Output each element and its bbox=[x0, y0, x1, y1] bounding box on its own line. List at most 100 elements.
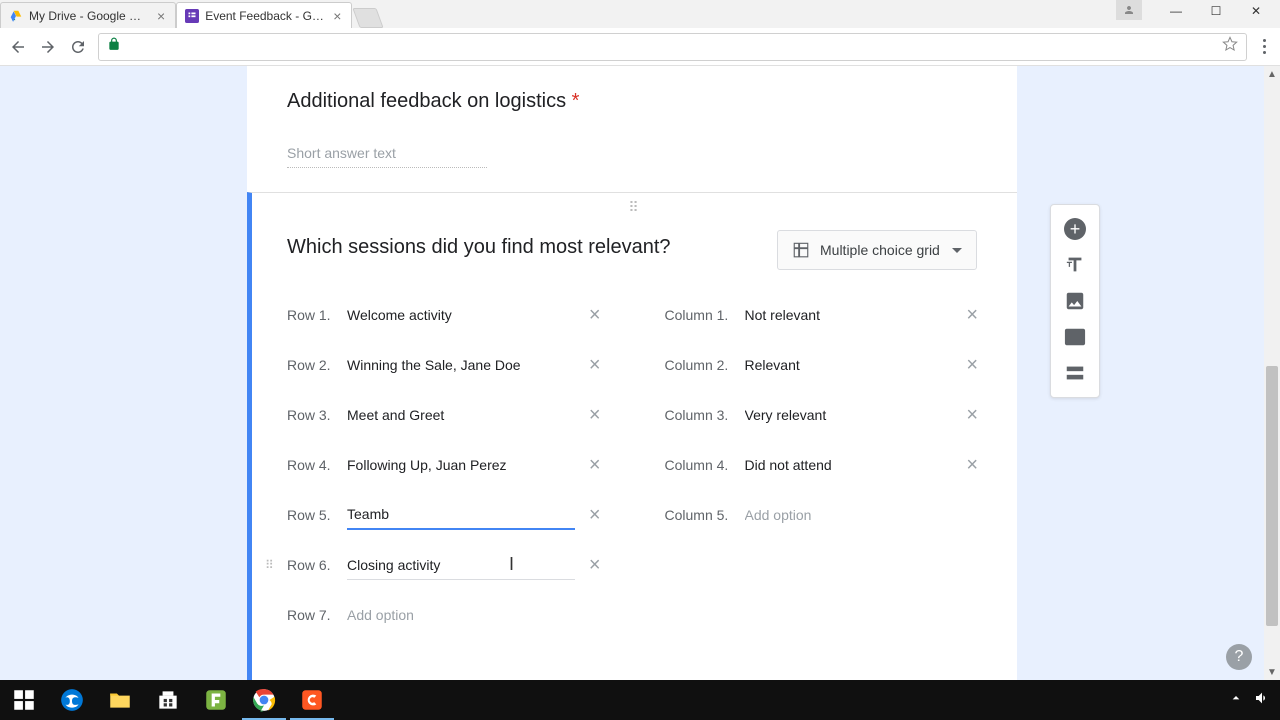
maximize-button[interactable]: ☐ bbox=[1196, 0, 1236, 22]
tray-volume-icon[interactable] bbox=[1254, 690, 1270, 711]
section-icon bbox=[1064, 362, 1086, 384]
question-title-input[interactable]: Which sessions did you find most relevan… bbox=[287, 236, 757, 264]
taskbar-store[interactable] bbox=[144, 680, 192, 720]
drag-handle-icon[interactable]: ⠿ bbox=[252, 193, 1017, 216]
taskbar-edge[interactable] bbox=[48, 680, 96, 720]
scroll-thumb[interactable] bbox=[1266, 366, 1278, 626]
taskbar-app-green[interactable] bbox=[192, 680, 240, 720]
grid-row: Row 1. × bbox=[287, 290, 605, 340]
drag-handle-icon[interactable]: ⠿ bbox=[265, 558, 274, 572]
row-input[interactable] bbox=[347, 551, 575, 580]
remove-column-icon[interactable]: × bbox=[962, 354, 982, 377]
question-title: Additional feedback on logistics * bbox=[287, 90, 977, 113]
chevron-down-icon bbox=[952, 248, 962, 253]
browser-chrome: My Drive - Google Drive × Event Feedback… bbox=[0, 0, 1280, 66]
remove-column-icon[interactable]: × bbox=[962, 404, 982, 427]
add-section-button[interactable] bbox=[1057, 355, 1093, 391]
back-button[interactable] bbox=[8, 37, 28, 57]
close-window-button[interactable]: ✕ bbox=[1236, 0, 1276, 22]
row-input[interactable] bbox=[347, 351, 575, 380]
question-block-short-answer: Additional feedback on logistics * Short… bbox=[247, 66, 1017, 192]
required-asterisk: * bbox=[572, 90, 580, 112]
text-cursor: I bbox=[507, 554, 516, 575]
forward-button[interactable] bbox=[38, 37, 58, 57]
system-tray bbox=[1228, 690, 1280, 711]
question-type-label: Multiple choice grid bbox=[820, 242, 940, 258]
grid-row: Row 2. × bbox=[287, 340, 605, 390]
close-icon[interactable]: × bbox=[155, 8, 167, 24]
tab-title: Event Feedback - Google bbox=[205, 9, 325, 23]
secure-icon bbox=[107, 37, 121, 56]
grid-row: Row 4. × bbox=[287, 440, 605, 490]
grid-column-add: Column 5. bbox=[665, 490, 983, 540]
grid-column: Column 3. × bbox=[665, 390, 983, 440]
browser-menu-button[interactable] bbox=[1257, 39, 1272, 54]
minimize-button[interactable]: — bbox=[1156, 0, 1196, 22]
remove-row-icon[interactable]: × bbox=[585, 304, 605, 327]
plus-icon: + bbox=[1064, 218, 1086, 240]
user-profile-button[interactable] bbox=[1116, 0, 1142, 20]
reload-button[interactable] bbox=[68, 37, 88, 57]
tray-expand-icon[interactable] bbox=[1228, 690, 1244, 711]
columns-column: Column 1. × Column 2. × Column 3. × bbox=[665, 290, 983, 640]
tab-drive[interactable]: My Drive - Google Drive × bbox=[0, 2, 176, 28]
remove-row-icon[interactable]: × bbox=[585, 554, 605, 577]
taskbar-camtasia[interactable] bbox=[288, 680, 336, 720]
add-row-input[interactable] bbox=[347, 601, 605, 630]
scroll-down-icon[interactable]: ▼ bbox=[1264, 664, 1280, 680]
grid-row-add: Row 7. bbox=[287, 590, 605, 640]
grid-row: ⠿ Row 6. I × bbox=[287, 540, 605, 590]
windows-taskbar bbox=[0, 680, 1280, 720]
add-video-button[interactable] bbox=[1057, 319, 1093, 355]
grid-row: Row 5. × bbox=[287, 490, 605, 540]
grid-row: Row 3. × bbox=[287, 390, 605, 440]
column-input[interactable] bbox=[745, 451, 953, 480]
video-icon bbox=[1064, 326, 1086, 348]
grid-column: Column 2. × bbox=[665, 340, 983, 390]
add-image-button[interactable] bbox=[1057, 283, 1093, 319]
new-tab-button[interactable] bbox=[353, 8, 384, 28]
add-title-button[interactable] bbox=[1057, 247, 1093, 283]
start-button[interactable] bbox=[0, 680, 48, 720]
taskbar-explorer[interactable] bbox=[96, 680, 144, 720]
remove-row-icon[interactable]: × bbox=[585, 354, 605, 377]
rows-column: Row 1. × Row 2. × Row 3. × bbox=[287, 290, 605, 640]
tab-forms[interactable]: Event Feedback - Google × bbox=[176, 2, 352, 28]
column-input[interactable] bbox=[745, 401, 953, 430]
remove-column-icon[interactable]: × bbox=[962, 304, 982, 327]
omnibox[interactable] bbox=[98, 33, 1247, 61]
grid-column: Column 1. × bbox=[665, 290, 983, 340]
short-answer-placeholder: Short answer text bbox=[287, 145, 487, 168]
text-icon bbox=[1064, 254, 1086, 276]
tab-bar: My Drive - Google Drive × Event Feedback… bbox=[0, 0, 1280, 28]
forms-icon bbox=[185, 9, 199, 23]
remove-row-icon[interactable]: × bbox=[585, 404, 605, 427]
add-question-button[interactable]: + bbox=[1057, 211, 1093, 247]
close-icon[interactable]: × bbox=[331, 8, 343, 24]
question-block-grid[interactable]: ⠿ Which sessions did you find most relev… bbox=[247, 192, 1017, 680]
bookmark-icon[interactable] bbox=[1222, 36, 1238, 57]
column-input[interactable] bbox=[745, 301, 953, 330]
taskbar-chrome[interactable] bbox=[240, 680, 288, 720]
add-column-input[interactable] bbox=[745, 501, 983, 530]
remove-row-icon[interactable]: × bbox=[585, 504, 605, 527]
form-canvas: Additional feedback on logistics * Short… bbox=[247, 66, 1017, 680]
scroll-up-icon[interactable]: ▲ bbox=[1264, 66, 1280, 82]
window-controls: — ☐ ✕ bbox=[1156, 0, 1276, 22]
column-input[interactable] bbox=[745, 351, 953, 380]
question-type-dropdown[interactable]: Multiple choice grid bbox=[777, 230, 977, 270]
row-input[interactable] bbox=[347, 401, 575, 430]
remove-column-icon[interactable]: × bbox=[962, 454, 982, 477]
floating-toolbar: + bbox=[1050, 204, 1100, 398]
grid-icon bbox=[792, 241, 810, 259]
image-icon bbox=[1064, 290, 1086, 312]
row-input[interactable] bbox=[347, 500, 575, 530]
tab-title: My Drive - Google Drive bbox=[29, 9, 149, 23]
address-bar bbox=[0, 28, 1280, 66]
grid-column: Column 4. × bbox=[665, 440, 983, 490]
row-input[interactable] bbox=[347, 451, 575, 480]
row-input[interactable] bbox=[347, 301, 575, 330]
help-button[interactable]: ? bbox=[1226, 644, 1252, 670]
vertical-scrollbar[interactable]: ▲ ▼ bbox=[1264, 66, 1280, 680]
remove-row-icon[interactable]: × bbox=[585, 454, 605, 477]
